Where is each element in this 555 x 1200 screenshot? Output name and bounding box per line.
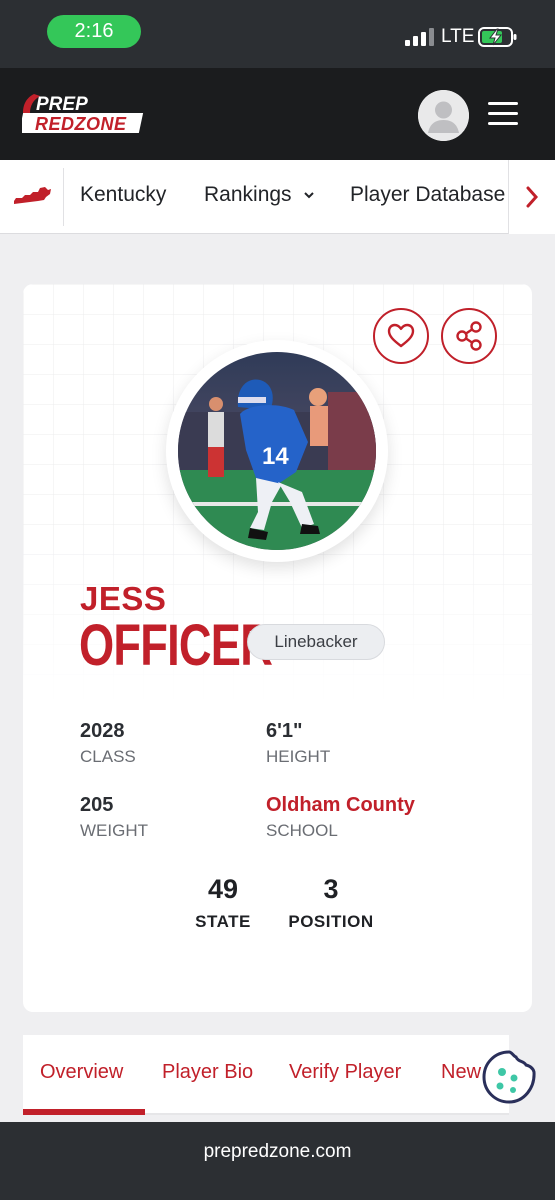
favorite-button[interactable] <box>373 308 429 364</box>
state-rank-value: 49 <box>207 874 239 904</box>
nav-item-label: Kentucky <box>80 183 167 206</box>
tab-player-bio[interactable]: Player Bio <box>162 1061 253 1084</box>
share-icon <box>456 321 482 351</box>
player-photo-frame: 14 <box>166 340 388 562</box>
prep-redzone-logo[interactable]: PREP REDZONE <box>22 90 152 136</box>
status-time: 2:16 <box>47 15 141 48</box>
nav-item-label: Rankings <box>204 183 292 206</box>
network-type: LTE <box>441 26 475 47</box>
kentucky-state-icon[interactable] <box>12 184 52 206</box>
state-rank-label: STATE <box>195 912 251 931</box>
profile-tabs: Overview Player Bio Verify Player New <box>23 1035 509 1115</box>
position-rank-value: 3 <box>323 874 339 904</box>
player-profile-card: 14 JESS OFFICER Linebacker 2028 CLASS 6'… <box>23 284 532 1012</box>
stat-class-label: CLASS <box>80 747 136 766</box>
stat-height-label: HEIGHT <box>266 747 331 766</box>
chevron-down-icon <box>304 192 315 199</box>
cookie-settings-icon[interactable] <box>480 1048 538 1106</box>
nav-item-player-database[interactable]: Player Database <box>350 183 505 207</box>
nav-item-kentucky[interactable]: Kentucky <box>80 183 166 207</box>
player-last-name: OFFICER <box>79 613 273 678</box>
stat-weight-value: 205 <box>80 794 114 816</box>
share-button[interactable] <box>441 308 497 364</box>
position-badge: Linebacker <box>247 624 385 660</box>
cellular-signal-icon <box>405 28 435 46</box>
nav-item-rankings[interactable]: Rankings <box>204 183 315 207</box>
battery-charging-icon <box>478 27 517 47</box>
stat-weight-label: WEIGHT <box>80 821 148 840</box>
svg-text:REDZONE: REDZONE <box>35 114 127 134</box>
nav-item-label: Player Database <box>350 183 506 206</box>
browser-url-text: prepredzone.com <box>203 1141 352 1162</box>
school-link[interactable]: Oldham County <box>266 794 415 817</box>
heart-icon <box>387 323 415 348</box>
player-photo[interactable]: 14 <box>178 352 376 550</box>
stat-height-value: 6'1" <box>266 720 303 742</box>
status-bar: 2:16 LTE <box>0 0 555 68</box>
user-avatar[interactable] <box>418 90 469 141</box>
chevron-right-icon <box>526 186 539 208</box>
position-rank-label: POSITION <box>288 912 374 931</box>
stat-school-label: SCHOOL <box>266 821 338 840</box>
tab-overview[interactable]: Overview <box>40 1061 123 1084</box>
svg-text:PREP: PREP <box>36 94 88 115</box>
nav-divider <box>63 168 64 226</box>
user-placeholder-icon <box>418 90 469 141</box>
site-header: PREP REDZONE <box>0 68 555 160</box>
nav-scroll-right-button[interactable] <box>508 160 555 234</box>
hamburger-menu-icon[interactable] <box>488 102 518 126</box>
tab-verify-player[interactable]: Verify Player <box>289 1061 401 1084</box>
stat-class-value: 2028 <box>80 720 125 742</box>
tab-news[interactable]: New <box>441 1061 481 1084</box>
active-tab-indicator <box>23 1109 145 1115</box>
jersey-number: 14 <box>262 443 289 470</box>
